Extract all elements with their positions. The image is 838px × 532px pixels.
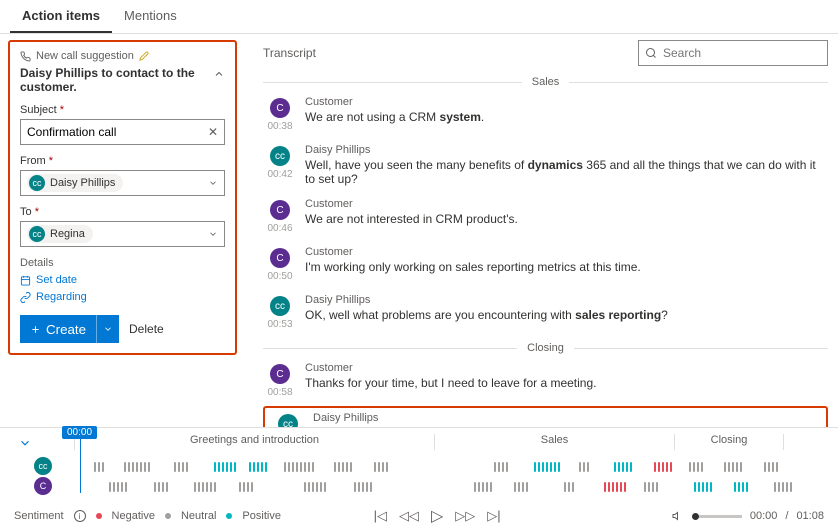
calendar-icon — [20, 275, 31, 286]
transcript-messages[interactable]: Sales C 00:38 Customer We are not using … — [263, 72, 828, 427]
volume-icon[interactable] — [672, 510, 684, 522]
section-divider: Closing — [263, 342, 828, 354]
from-label: From — [20, 155, 46, 167]
timestamp: 00:38 — [267, 121, 292, 132]
chevron-down-icon[interactable] — [208, 229, 218, 239]
clear-icon[interactable]: ✕ — [208, 125, 218, 139]
timeline-track[interactable] — [74, 460, 824, 472]
collapse-icon[interactable] — [213, 68, 225, 80]
timeline-row-customer: C — [14, 476, 824, 496]
to-input[interactable]: cc Regina — [20, 221, 225, 247]
search-input[interactable] — [663, 46, 821, 60]
rewind-icon[interactable]: ◁◁ — [399, 508, 419, 524]
from-pill-text: Daisy Phillips — [50, 177, 115, 189]
message-text: We are not using a CRM system. — [305, 110, 828, 124]
avatar: C — [270, 98, 290, 118]
footer-bar: Sentiment i Negative Neutral Positive |◁… — [0, 500, 838, 532]
transcript-message[interactable]: cc 01:01 Daisy Phillips OK, I'll call yo… — [263, 406, 828, 427]
transcript-message[interactable]: cc 00:42 Daisy Phillips Well, have you s… — [263, 140, 828, 194]
timestamp: 00:53 — [267, 319, 292, 330]
transcript-message[interactable]: C 00:58 Customer Thanks for your time, b… — [263, 358, 828, 406]
info-icon[interactable]: i — [74, 510, 86, 522]
card-title: Daisy Phillips to contact to the custome… — [20, 66, 225, 94]
transcript-message[interactable]: C 00:46 Customer We are not interested i… — [263, 194, 828, 242]
speaker-name: Dasiy Phillips — [305, 294, 828, 306]
message-text: Thanks for your time, but I need to leav… — [305, 376, 828, 390]
regarding-link[interactable]: Regarding — [20, 291, 225, 303]
play-icon[interactable]: ▷ — [431, 506, 443, 526]
avatar: C — [34, 477, 52, 495]
timeline-section-greetings: Greetings and introduction — [74, 434, 434, 450]
avatar: cc — [270, 146, 290, 166]
avatar: cc — [29, 226, 45, 242]
plus-icon — [30, 324, 41, 335]
timeline-track[interactable] — [74, 480, 824, 492]
transcript-panel: Transcript Sales C 00:38 Customer We are… — [245, 34, 838, 427]
avatar: cc — [34, 457, 52, 475]
speaker-name: Customer — [305, 246, 828, 258]
speaker-name: Daisy Phillips — [305, 144, 828, 156]
subject-input[interactable] — [27, 125, 208, 139]
to-label: To — [20, 206, 32, 218]
tab-bar: Action items Mentions — [0, 0, 838, 34]
speaker-name: Customer — [305, 96, 828, 108]
chevron-down-icon[interactable] — [208, 178, 218, 188]
transcript-message[interactable]: C 00:50 Customer I'm working only workin… — [263, 242, 828, 290]
timeline-collapse-icon[interactable] — [18, 436, 32, 450]
timestamp: 00:46 — [267, 223, 292, 234]
avatar: cc — [278, 414, 298, 427]
edit-icon[interactable] — [139, 51, 149, 61]
message-text: Well, have you seen the many benefits of… — [305, 158, 828, 186]
subject-input-wrap: ✕ — [20, 119, 225, 145]
phone-icon — [20, 51, 31, 62]
section-divider: Sales — [263, 76, 828, 88]
timeline-section-closing: Closing — [674, 434, 784, 450]
avatar: C — [270, 200, 290, 220]
avatar: cc — [270, 296, 290, 316]
create-button[interactable]: Create — [20, 315, 119, 343]
set-date-link[interactable]: Set date — [20, 274, 225, 286]
timeline-section-sales: Sales — [434, 434, 674, 450]
message-text: We are not interested in CRM product's. — [305, 212, 828, 226]
timestamp: 00:58 — [267, 387, 292, 398]
create-split-icon[interactable] — [96, 315, 119, 343]
delete-button[interactable]: Delete — [129, 322, 164, 336]
transcript-message[interactable]: cc 00:53 Dasiy Phillips OK, well what pr… — [263, 290, 828, 338]
suggestion-label: New call suggestion — [36, 50, 134, 62]
timeline: 00:00 Greetings and introduction Sales C… — [0, 427, 838, 500]
avatar: C — [270, 364, 290, 384]
forward-icon[interactable]: ▷▷ — [455, 508, 475, 524]
speaker-name: Customer — [305, 362, 828, 374]
transcript-message[interactable]: C 00:38 Customer We are not using a CRM … — [263, 92, 828, 140]
timestamp: 00:50 — [267, 271, 292, 282]
volume-slider[interactable] — [692, 515, 742, 518]
skip-forward-icon[interactable]: ▷| — [487, 508, 500, 524]
search-box — [638, 40, 828, 66]
details-label: Details — [20, 257, 225, 269]
time-current: 00:00 — [750, 510, 778, 522]
subject-label: Subject — [20, 104, 57, 116]
audio-player: |◁ ◁◁ ▷ ▷▷ ▷| — [374, 506, 501, 526]
message-text: I'm working only working on sales report… — [305, 260, 828, 274]
to-pill-text: Regina — [50, 228, 85, 240]
avatar: C — [270, 248, 290, 268]
call-suggestion-card: New call suggestion Daisy Phillips to co… — [8, 40, 237, 355]
timeline-row-agent: cc — [14, 456, 824, 476]
sentiment-legend: Sentiment i Negative Neutral Positive — [14, 510, 281, 522]
transcript-title: Transcript — [263, 46, 316, 60]
skip-back-icon[interactable]: |◁ — [374, 508, 387, 524]
search-icon — [645, 47, 657, 59]
link-icon — [20, 292, 31, 303]
avatar: cc — [29, 175, 45, 191]
from-input[interactable]: cc Daisy Phillips — [20, 170, 225, 196]
time-total: 01:08 — [796, 510, 824, 522]
message-text: OK, well what problems are you encounter… — [305, 308, 828, 322]
tab-action-items[interactable]: Action items — [10, 0, 112, 33]
action-item-panel: New call suggestion Daisy Phillips to co… — [0, 34, 245, 427]
tab-mentions[interactable]: Mentions — [112, 0, 189, 33]
speaker-name: Daisy Phillips — [313, 412, 820, 424]
timestamp: 00:42 — [267, 169, 292, 180]
timeline-playhead[interactable]: 00:00 — [62, 426, 97, 439]
speaker-name: Customer — [305, 198, 828, 210]
